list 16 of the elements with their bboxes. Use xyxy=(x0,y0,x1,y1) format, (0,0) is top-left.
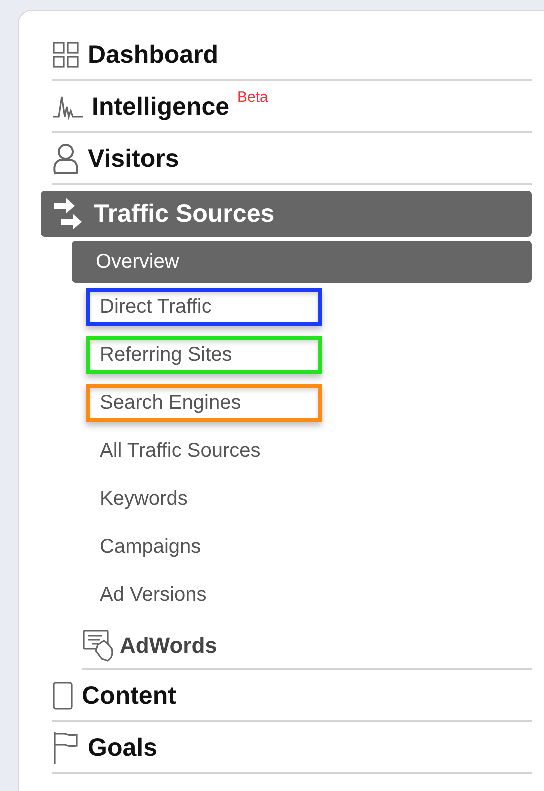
page-icon xyxy=(52,681,74,711)
nav-subitem[interactable]: Search Engines xyxy=(86,384,322,422)
nav-item[interactable]: Content xyxy=(52,672,532,722)
nav-subitem[interactable]: Overview xyxy=(72,241,532,283)
nav-item[interactable]: Traffic Sources xyxy=(41,191,532,237)
nav-item[interactable]: Visitors xyxy=(52,135,532,185)
nav-group[interactable]: AdWords xyxy=(82,624,532,670)
nav-item[interactable]: Intelligence Beta xyxy=(52,83,532,133)
nav-item[interactable]: Dashboard xyxy=(52,31,532,81)
flag-icon xyxy=(52,731,80,765)
grid-icon xyxy=(52,41,80,69)
beta-label: Beta xyxy=(238,89,268,106)
nav-subitem[interactable]: Referring Sites xyxy=(86,336,322,374)
nav-subitem[interactable]: Direct Traffic xyxy=(86,288,322,326)
nav-item[interactable]: Goals xyxy=(52,724,532,774)
person-icon xyxy=(52,143,80,175)
